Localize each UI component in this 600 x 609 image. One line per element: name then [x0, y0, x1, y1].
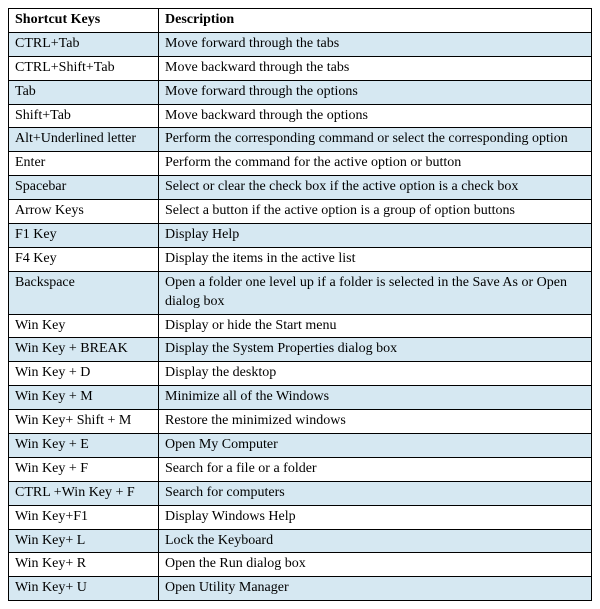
table-row: F1 KeyDisplay Help: [9, 224, 592, 248]
cell-description: Select or clear the check box if the act…: [159, 176, 592, 200]
cell-description: Display the desktop: [159, 362, 592, 386]
cell-description: Display the System Properties dialog box: [159, 338, 592, 362]
cell-shortcut-key: Win Key + D: [9, 362, 159, 386]
table-row: Shift+TabMove backward through the optio…: [9, 104, 592, 128]
cell-description: Move forward through the options: [159, 80, 592, 104]
table-row: CTRL+Shift+TabMove backward through the …: [9, 56, 592, 80]
cell-shortcut-key: CTRL+Tab: [9, 32, 159, 56]
cell-shortcut-key: F4 Key: [9, 247, 159, 271]
table-row: BackspaceOpen a folder one level up if a…: [9, 271, 592, 314]
cell-description: Open My Computer: [159, 434, 592, 458]
table-row: Win Key + BREAKDisplay the System Proper…: [9, 338, 592, 362]
cell-shortcut-key: CTRL +Win Key + F: [9, 481, 159, 505]
cell-shortcut-key: Enter: [9, 152, 159, 176]
cell-shortcut-key: Win Key+ U: [9, 577, 159, 601]
cell-description: Display Windows Help: [159, 505, 592, 529]
header-description: Description: [159, 9, 592, 33]
table-row: Win Key+ UOpen Utility Manager: [9, 577, 592, 601]
table-row: CTRL +Win Key + FSearch for computers: [9, 481, 592, 505]
cell-description: Open Utility Manager: [159, 577, 592, 601]
table-row: EnterPerform the command for the active …: [9, 152, 592, 176]
table-row: SpacebarSelect or clear the check box if…: [9, 176, 592, 200]
table-header-row: Shortcut Keys Description: [9, 9, 592, 33]
cell-description: Restore the minimized windows: [159, 410, 592, 434]
cell-description: Display Help: [159, 224, 592, 248]
table-row: CTRL+TabMove forward through the tabs: [9, 32, 592, 56]
table-row: Win Key + EOpen My Computer: [9, 434, 592, 458]
table-row: Win Key+ Shift + MRestore the minimized …: [9, 410, 592, 434]
cell-shortcut-key: Backspace: [9, 271, 159, 314]
cell-description: Open the Run dialog box: [159, 553, 592, 577]
cell-description: Move backward through the tabs: [159, 56, 592, 80]
cell-shortcut-key: Win Key+ L: [9, 529, 159, 553]
table-row: Win Key + FSearch for a file or a folder: [9, 457, 592, 481]
cell-shortcut-key: F1 Key: [9, 224, 159, 248]
cell-shortcut-key: Win Key + M: [9, 386, 159, 410]
cell-shortcut-key: Tab: [9, 80, 159, 104]
table-row: Win Key+F1Display Windows Help: [9, 505, 592, 529]
cell-description: Select a button if the active option is …: [159, 200, 592, 224]
cell-shortcut-key: CTRL+Shift+Tab: [9, 56, 159, 80]
table-row: Win Key + MMinimize all of the Windows: [9, 386, 592, 410]
table-row: TabMove forward through the options: [9, 80, 592, 104]
cell-description: Search for computers: [159, 481, 592, 505]
cell-shortcut-key: Alt+Underlined letter: [9, 128, 159, 152]
cell-description: Search for a file or a folder: [159, 457, 592, 481]
cell-shortcut-key: Spacebar: [9, 176, 159, 200]
cell-shortcut-key: Win Key + F: [9, 457, 159, 481]
cell-shortcut-key: Shift+Tab: [9, 104, 159, 128]
cell-shortcut-key: Win Key+ Shift + M: [9, 410, 159, 434]
table-row: Win Key+ LLock the Keyboard: [9, 529, 592, 553]
table-row: Win KeyDisplay or hide the Start menu: [9, 314, 592, 338]
cell-description: Move forward through the tabs: [159, 32, 592, 56]
cell-description: Open a folder one level up if a folder i…: [159, 271, 592, 314]
table-row: Arrow KeysSelect a button if the active …: [9, 200, 592, 224]
table-row: Alt+Underlined letterPerform the corresp…: [9, 128, 592, 152]
cell-shortcut-key: Arrow Keys: [9, 200, 159, 224]
table-row: F4 KeyDisplay the items in the active li…: [9, 247, 592, 271]
cell-description: Lock the Keyboard: [159, 529, 592, 553]
table-row: Win Key + DDisplay the desktop: [9, 362, 592, 386]
cell-description: Minimize all of the Windows: [159, 386, 592, 410]
shortcut-table: Shortcut Keys Description CTRL+TabMove f…: [8, 8, 592, 601]
cell-shortcut-key: Win Key + E: [9, 434, 159, 458]
table-row: Win Key+ ROpen the Run dialog box: [9, 553, 592, 577]
cell-description: Display or hide the Start menu: [159, 314, 592, 338]
cell-description: Display the items in the active list: [159, 247, 592, 271]
header-shortcut-keys: Shortcut Keys: [9, 9, 159, 33]
cell-shortcut-key: Win Key: [9, 314, 159, 338]
cell-shortcut-key: Win Key+F1: [9, 505, 159, 529]
cell-description: Perform the command for the active optio…: [159, 152, 592, 176]
cell-shortcut-key: Win Key + BREAK: [9, 338, 159, 362]
cell-shortcut-key: Win Key+ R: [9, 553, 159, 577]
cell-description: Perform the corresponding command or sel…: [159, 128, 592, 152]
cell-description: Move backward through the options: [159, 104, 592, 128]
